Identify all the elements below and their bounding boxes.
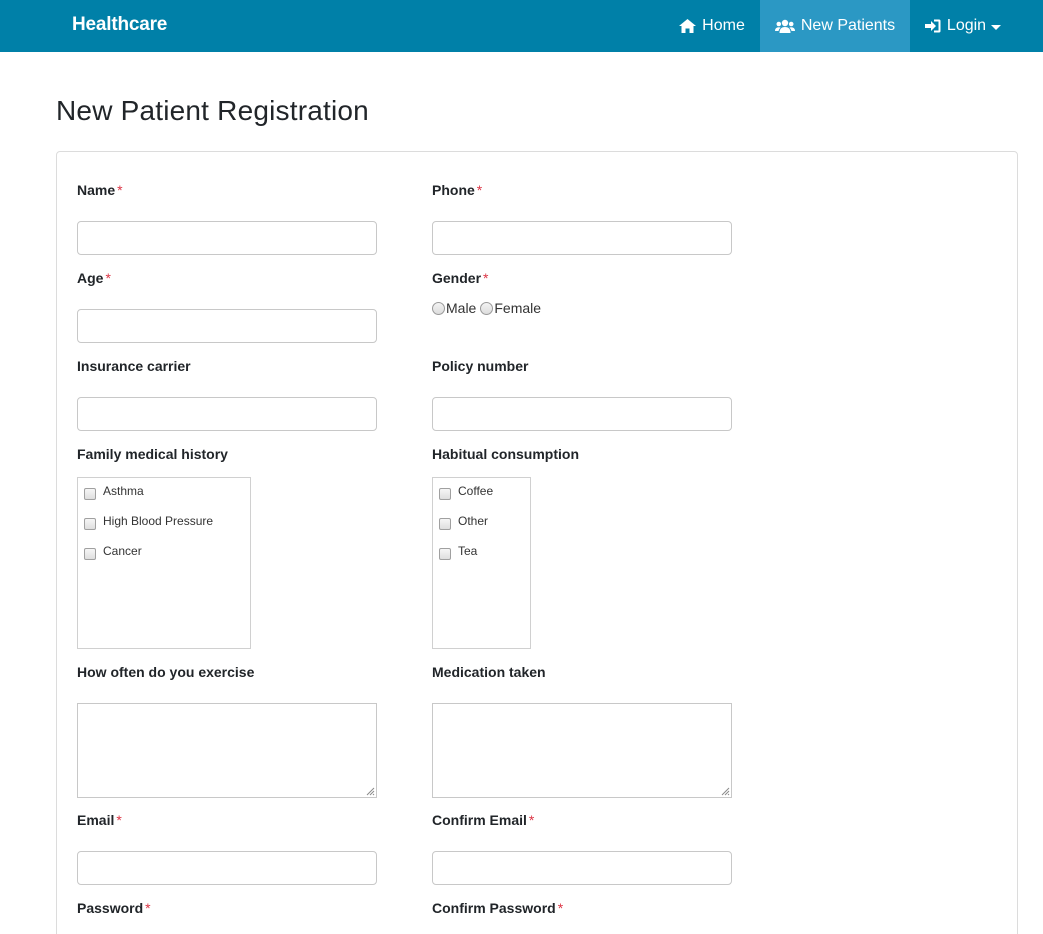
medication-textarea[interactable] <box>432 703 732 798</box>
list-item[interactable]: Cancer <box>84 542 142 560</box>
tea-checkbox[interactable] <box>439 548 451 560</box>
nav-login-label: Login <box>946 17 987 34</box>
gender-male-label[interactable]: Male <box>446 300 476 316</box>
nav-home[interactable]: Home <box>664 0 760 52</box>
habitual-consumption-label: Habitual consumption <box>432 446 579 462</box>
insurance-carrier-input[interactable] <box>77 397 377 431</box>
confirm-email-label: Confirm Email * <box>432 812 535 828</box>
confirm-email-input[interactable] <box>432 851 732 885</box>
gender-female-radio[interactable] <box>480 301 494 315</box>
list-item[interactable]: High Blood Pressure <box>84 512 213 530</box>
home-icon <box>679 19 697 33</box>
sign-in-icon <box>924 19 941 33</box>
nav-new-patients-label: New Patients <box>800 17 896 34</box>
gender-female-label[interactable]: Female <box>494 300 541 316</box>
coffee-checkbox[interactable] <box>439 488 451 500</box>
gender-male-radio[interactable] <box>432 301 445 315</box>
exercise-label: How often do you exercise <box>77 664 255 680</box>
name-input[interactable] <box>77 221 377 255</box>
email-input[interactable] <box>77 851 377 885</box>
list-item[interactable]: Coffee <box>439 482 493 500</box>
coffee-label: Coffee <box>458 484 494 498</box>
policy-number-input[interactable] <box>432 397 732 431</box>
required-marker: * <box>105 270 111 286</box>
phone-label: Phone * <box>432 182 483 198</box>
required-marker: * <box>476 182 483 198</box>
high-blood-pressure-label: High Blood Pressure <box>103 514 214 528</box>
list-item[interactable]: Asthma <box>84 482 144 500</box>
gender-radio-group: Male Female <box>432 300 545 316</box>
users-icon <box>774 19 795 33</box>
age-input[interactable] <box>77 309 377 343</box>
insurance-carrier-label: Insurance carrier <box>77 358 191 374</box>
habitual-consumption-list[interactable]: Coffee Other Tea <box>432 477 531 649</box>
nav-login-dropdown[interactable]: Login <box>910 0 1016 52</box>
tea-label: Tea <box>458 544 478 558</box>
required-marker: * <box>528 812 535 828</box>
gender-label: Gender * <box>432 270 489 286</box>
nav-home-label: Home <box>702 17 745 34</box>
required-marker: * <box>483 270 489 286</box>
name-label: Name * <box>77 182 123 198</box>
email-label: Email * <box>77 812 122 828</box>
resize-grip-icon[interactable] <box>365 786 375 796</box>
resize-grip-icon[interactable] <box>720 786 730 796</box>
asthma-label: Asthma <box>103 484 144 498</box>
other-checkbox[interactable] <box>439 518 451 530</box>
medication-label: Medication taken <box>432 664 546 680</box>
family-history-label: Family medical history <box>77 446 228 462</box>
asthma-checkbox[interactable] <box>84 488 96 500</box>
required-marker: * <box>117 182 123 198</box>
family-history-list[interactable]: Asthma High Blood Pressure Cancer <box>77 477 251 649</box>
password-label: Password * <box>77 900 151 916</box>
required-marker: * <box>557 900 564 916</box>
other-label: Other <box>458 514 489 528</box>
phone-input[interactable] <box>432 221 732 255</box>
chevron-down-icon <box>991 24 1002 30</box>
age-label: Age * <box>77 270 111 286</box>
list-item[interactable]: Tea <box>439 542 477 560</box>
cancer-checkbox[interactable] <box>84 548 96 560</box>
required-marker: * <box>145 900 151 916</box>
policy-number-label: Policy number <box>432 358 529 374</box>
cancer-label: Cancer <box>103 544 142 558</box>
confirm-password-label: Confirm Password * <box>432 900 564 916</box>
list-item[interactable]: Other <box>439 512 488 530</box>
high-blood-pressure-checkbox[interactable] <box>84 518 96 530</box>
required-marker: * <box>116 812 122 828</box>
top-navbar: Healthcare Home New Patients Login <box>0 0 1043 52</box>
page-title: New Patient Registration <box>56 95 369 126</box>
exercise-textarea[interactable] <box>77 703 377 798</box>
nav-new-patients[interactable]: New Patients <box>760 0 910 52</box>
brand-logo[interactable]: Healthcare <box>72 14 167 36</box>
